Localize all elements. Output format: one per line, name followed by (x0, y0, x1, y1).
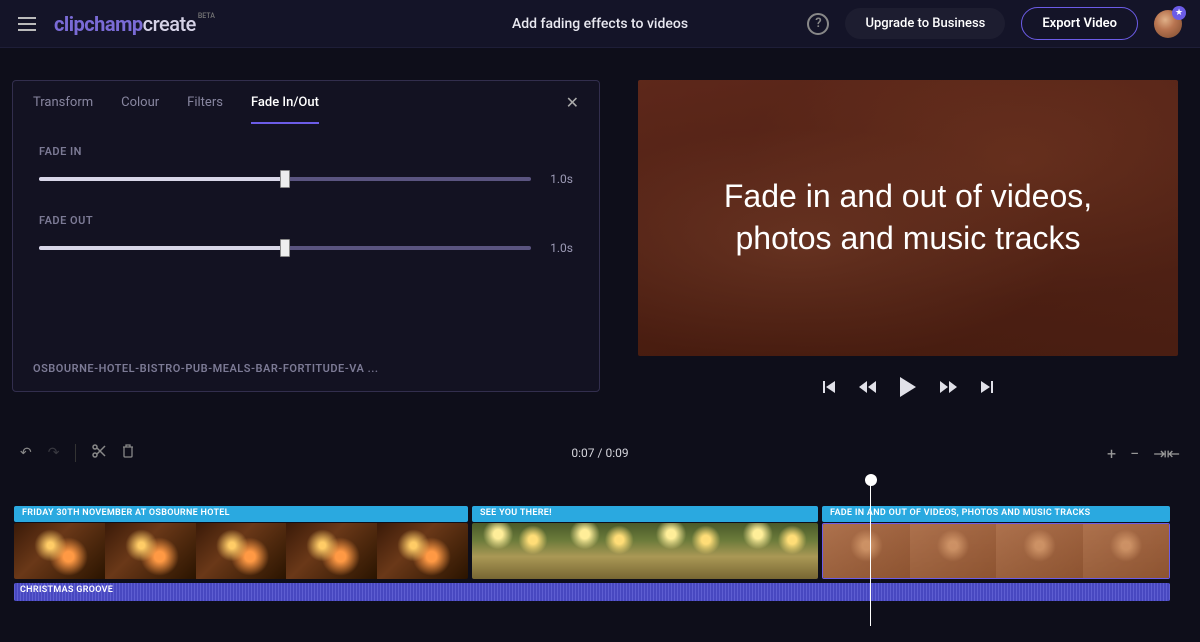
play-icon[interactable] (898, 376, 918, 398)
fade-in-slider[interactable] (39, 177, 531, 181)
user-avatar[interactable] (1154, 10, 1182, 38)
upgrade-button[interactable]: Upgrade to Business (845, 8, 1005, 39)
preview-area: Fade in and out of videos, photos and mu… (628, 80, 1188, 438)
playhead[interactable] (870, 478, 871, 626)
text-clip-1[interactable]: FRIDAY 30TH NOVEMBER AT OSBOURNE HOTEL (14, 506, 468, 522)
close-panel-icon[interactable]: ✕ (566, 93, 579, 112)
timeline[interactable]: FRIDAY 30TH NOVEMBER AT OSBOURNE HOTEL S… (0, 506, 1200, 626)
skip-end-icon[interactable] (980, 380, 994, 394)
app-logo[interactable]: clipchampcreateBETA (54, 12, 215, 36)
help-icon[interactable]: ? (807, 13, 829, 35)
main-area: Transform Colour Filters Fade In/Out ✕ F… (0, 48, 1200, 438)
project-title: Add fading effects to videos (512, 16, 688, 32)
app-header: clipchampcreateBETA Add fading effects t… (0, 0, 1200, 48)
effects-panel: Transform Colour Filters Fade In/Out ✕ F… (12, 80, 600, 392)
skip-start-icon[interactable] (822, 380, 836, 394)
menu-icon[interactable] (18, 17, 36, 31)
redo-icon[interactable]: ↷ (48, 445, 60, 461)
forward-icon[interactable] (940, 380, 958, 394)
effects-tabs: Transform Colour Filters Fade In/Out ✕ (13, 81, 599, 125)
text-track: FRIDAY 30TH NOVEMBER AT OSBOURNE HOTEL S… (14, 506, 1186, 522)
tab-transform[interactable]: Transform (33, 81, 93, 124)
selected-clip-name: OSBOURNE-HOTEL-BISTRO-PUB-MEALS-BAR-FORT… (13, 362, 599, 375)
timeline-toolbar: ↶ ↷ 0:07 / 0:09 + − ⇥⇤ (0, 438, 1200, 468)
fade-out-slider[interactable] (39, 246, 531, 250)
fade-in-slider-handle[interactable] (280, 170, 290, 188)
video-preview[interactable]: Fade in and out of videos, photos and mu… (638, 80, 1178, 356)
preview-overlay-text: Fade in and out of videos, photos and mu… (638, 176, 1178, 259)
video-clip-1[interactable] (14, 523, 468, 579)
text-clip-3[interactable]: FADE IN AND OUT OF VIDEOS, PHOTOS AND MU… (822, 506, 1170, 522)
delete-icon[interactable] (122, 444, 134, 462)
video-track (14, 523, 1186, 579)
fade-out-value: 1.0s (545, 241, 573, 255)
time-display: 0:07 / 0:09 (571, 446, 628, 460)
video-clip-2[interactable] (472, 523, 818, 579)
fade-out-slider-handle[interactable] (280, 239, 290, 257)
audio-clip[interactable]: CHRISTMAS GROOVE (14, 583, 1170, 601)
export-button[interactable]: Export Video (1021, 7, 1138, 40)
rewind-icon[interactable] (858, 380, 876, 394)
fade-in-value: 1.0s (545, 172, 573, 186)
tab-fade[interactable]: Fade In/Out (251, 81, 319, 124)
text-clip-2[interactable]: SEE YOU THERE! (472, 506, 818, 522)
audio-clip-label: CHRISTMAS GROOVE (20, 585, 113, 595)
cut-icon[interactable] (92, 444, 106, 462)
zoom-out-icon[interactable]: − (1130, 444, 1139, 463)
undo-icon[interactable]: ↶ (20, 445, 32, 461)
zoom-in-icon[interactable]: + (1107, 444, 1116, 463)
fit-icon[interactable]: ⇥⇤ (1153, 444, 1180, 463)
tab-colour[interactable]: Colour (121, 81, 159, 124)
video-clip-3-selected[interactable] (822, 523, 1170, 579)
playback-controls (822, 376, 994, 398)
tab-filters[interactable]: Filters (187, 81, 223, 124)
fade-out-label: FADE OUT (39, 214, 573, 227)
fade-in-label: FADE IN (39, 145, 573, 158)
